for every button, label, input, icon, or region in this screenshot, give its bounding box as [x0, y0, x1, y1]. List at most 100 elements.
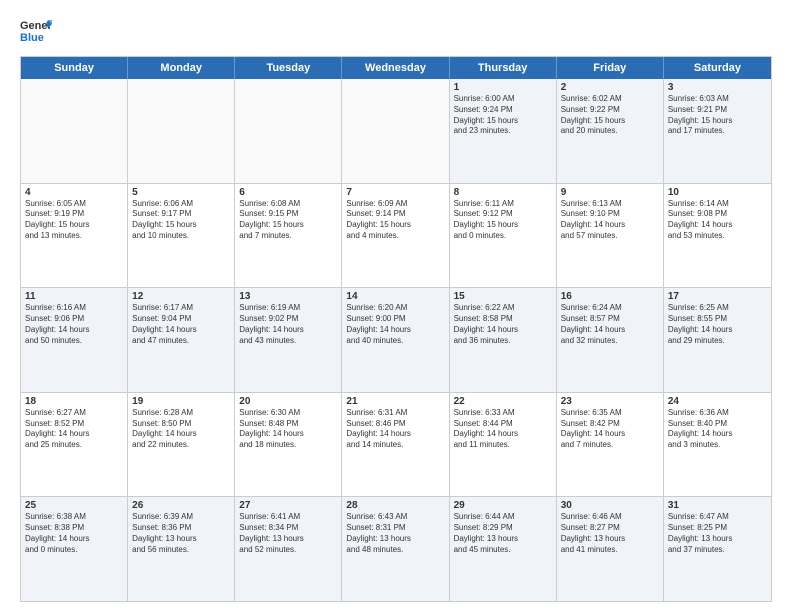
- page: General Blue SundayMondayTuesdayWednesda…: [0, 0, 792, 612]
- calendar-cell-3-5: 23Sunrise: 6:35 AMSunset: 8:42 PMDayligh…: [557, 393, 664, 497]
- calendar-cell-1-2: 6Sunrise: 6:08 AMSunset: 9:15 PMDaylight…: [235, 184, 342, 288]
- day-number-13: 13: [239, 291, 337, 302]
- day-number-6: 6: [239, 187, 337, 198]
- cell-info-17: Sunrise: 6:25 AMSunset: 8:55 PMDaylight:…: [668, 303, 767, 346]
- day-number-17: 17: [668, 291, 767, 302]
- calendar-cell-1-4: 8Sunrise: 6:11 AMSunset: 9:12 PMDaylight…: [450, 184, 557, 288]
- cell-info-19: Sunrise: 6:28 AMSunset: 8:50 PMDaylight:…: [132, 408, 230, 451]
- day-number-11: 11: [25, 291, 123, 302]
- cell-info-23: Sunrise: 6:35 AMSunset: 8:42 PMDaylight:…: [561, 408, 659, 451]
- day-number-30: 30: [561, 500, 659, 511]
- calendar-row-3: 18Sunrise: 6:27 AMSunset: 8:52 PMDayligh…: [21, 393, 771, 498]
- day-number-12: 12: [132, 291, 230, 302]
- calendar-cell-3-4: 22Sunrise: 6:33 AMSunset: 8:44 PMDayligh…: [450, 393, 557, 497]
- calendar-header: SundayMondayTuesdayWednesdayThursdayFrid…: [21, 57, 771, 79]
- calendar: SundayMondayTuesdayWednesdayThursdayFrid…: [20, 56, 772, 602]
- svg-text:Blue: Blue: [20, 32, 44, 44]
- cell-info-11: Sunrise: 6:16 AMSunset: 9:06 PMDaylight:…: [25, 303, 123, 346]
- cell-info-27: Sunrise: 6:41 AMSunset: 8:34 PMDaylight:…: [239, 512, 337, 555]
- calendar-cell-0-4: 1Sunrise: 6:00 AMSunset: 9:24 PMDaylight…: [450, 79, 557, 183]
- calendar-cell-2-5: 16Sunrise: 6:24 AMSunset: 8:57 PMDayligh…: [557, 288, 664, 392]
- calendar-cell-0-3: [342, 79, 449, 183]
- calendar-cell-1-0: 4Sunrise: 6:05 AMSunset: 9:19 PMDaylight…: [21, 184, 128, 288]
- calendar-cell-2-3: 14Sunrise: 6:20 AMSunset: 9:00 PMDayligh…: [342, 288, 449, 392]
- cell-info-14: Sunrise: 6:20 AMSunset: 9:00 PMDaylight:…: [346, 303, 444, 346]
- header-day-friday: Friday: [557, 57, 664, 79]
- calendar-cell-3-6: 24Sunrise: 6:36 AMSunset: 8:40 PMDayligh…: [664, 393, 771, 497]
- calendar-cell-2-2: 13Sunrise: 6:19 AMSunset: 9:02 PMDayligh…: [235, 288, 342, 392]
- day-number-5: 5: [132, 187, 230, 198]
- day-number-2: 2: [561, 82, 659, 93]
- cell-info-18: Sunrise: 6:27 AMSunset: 8:52 PMDaylight:…: [25, 408, 123, 451]
- cell-info-5: Sunrise: 6:06 AMSunset: 9:17 PMDaylight:…: [132, 199, 230, 242]
- cell-info-6: Sunrise: 6:08 AMSunset: 9:15 PMDaylight:…: [239, 199, 337, 242]
- day-number-19: 19: [132, 396, 230, 407]
- cell-info-22: Sunrise: 6:33 AMSunset: 8:44 PMDaylight:…: [454, 408, 552, 451]
- day-number-18: 18: [25, 396, 123, 407]
- cell-info-29: Sunrise: 6:44 AMSunset: 8:29 PMDaylight:…: [454, 512, 552, 555]
- cell-info-1: Sunrise: 6:00 AMSunset: 9:24 PMDaylight:…: [454, 94, 552, 137]
- cell-info-25: Sunrise: 6:38 AMSunset: 8:38 PMDaylight:…: [25, 512, 123, 555]
- cell-info-2: Sunrise: 6:02 AMSunset: 9:22 PMDaylight:…: [561, 94, 659, 137]
- cell-info-31: Sunrise: 6:47 AMSunset: 8:25 PMDaylight:…: [668, 512, 767, 555]
- header: General Blue: [20, 16, 772, 48]
- calendar-cell-4-3: 28Sunrise: 6:43 AMSunset: 8:31 PMDayligh…: [342, 497, 449, 601]
- day-number-28: 28: [346, 500, 444, 511]
- header-day-saturday: Saturday: [664, 57, 771, 79]
- calendar-cell-3-0: 18Sunrise: 6:27 AMSunset: 8:52 PMDayligh…: [21, 393, 128, 497]
- cell-info-15: Sunrise: 6:22 AMSunset: 8:58 PMDaylight:…: [454, 303, 552, 346]
- calendar-row-0: 1Sunrise: 6:00 AMSunset: 9:24 PMDaylight…: [21, 79, 771, 184]
- calendar-cell-1-3: 7Sunrise: 6:09 AMSunset: 9:14 PMDaylight…: [342, 184, 449, 288]
- day-number-14: 14: [346, 291, 444, 302]
- calendar-cell-2-0: 11Sunrise: 6:16 AMSunset: 9:06 PMDayligh…: [21, 288, 128, 392]
- day-number-1: 1: [454, 82, 552, 93]
- day-number-23: 23: [561, 396, 659, 407]
- calendar-cell-0-1: [128, 79, 235, 183]
- calendar-cell-4-4: 29Sunrise: 6:44 AMSunset: 8:29 PMDayligh…: [450, 497, 557, 601]
- day-number-15: 15: [454, 291, 552, 302]
- header-day-monday: Monday: [128, 57, 235, 79]
- header-day-tuesday: Tuesday: [235, 57, 342, 79]
- day-number-16: 16: [561, 291, 659, 302]
- calendar-row-1: 4Sunrise: 6:05 AMSunset: 9:19 PMDaylight…: [21, 184, 771, 289]
- header-day-thursday: Thursday: [450, 57, 557, 79]
- day-number-27: 27: [239, 500, 337, 511]
- calendar-cell-3-2: 20Sunrise: 6:30 AMSunset: 8:48 PMDayligh…: [235, 393, 342, 497]
- header-day-wednesday: Wednesday: [342, 57, 449, 79]
- calendar-cell-4-5: 30Sunrise: 6:46 AMSunset: 8:27 PMDayligh…: [557, 497, 664, 601]
- calendar-body: 1Sunrise: 6:00 AMSunset: 9:24 PMDaylight…: [21, 79, 771, 601]
- cell-info-30: Sunrise: 6:46 AMSunset: 8:27 PMDaylight:…: [561, 512, 659, 555]
- day-number-10: 10: [668, 187, 767, 198]
- calendar-cell-4-0: 25Sunrise: 6:38 AMSunset: 8:38 PMDayligh…: [21, 497, 128, 601]
- calendar-cell-3-3: 21Sunrise: 6:31 AMSunset: 8:46 PMDayligh…: [342, 393, 449, 497]
- day-number-21: 21: [346, 396, 444, 407]
- cell-info-3: Sunrise: 6:03 AMSunset: 9:21 PMDaylight:…: [668, 94, 767, 137]
- day-number-20: 20: [239, 396, 337, 407]
- logo-svg: General Blue: [20, 16, 52, 48]
- cell-info-16: Sunrise: 6:24 AMSunset: 8:57 PMDaylight:…: [561, 303, 659, 346]
- cell-info-9: Sunrise: 6:13 AMSunset: 9:10 PMDaylight:…: [561, 199, 659, 242]
- calendar-cell-4-1: 26Sunrise: 6:39 AMSunset: 8:36 PMDayligh…: [128, 497, 235, 601]
- day-number-26: 26: [132, 500, 230, 511]
- cell-info-4: Sunrise: 6:05 AMSunset: 9:19 PMDaylight:…: [25, 199, 123, 242]
- day-number-29: 29: [454, 500, 552, 511]
- logo: General Blue: [20, 16, 52, 48]
- day-number-22: 22: [454, 396, 552, 407]
- cell-info-28: Sunrise: 6:43 AMSunset: 8:31 PMDaylight:…: [346, 512, 444, 555]
- calendar-row-2: 11Sunrise: 6:16 AMSunset: 9:06 PMDayligh…: [21, 288, 771, 393]
- calendar-row-4: 25Sunrise: 6:38 AMSunset: 8:38 PMDayligh…: [21, 497, 771, 601]
- day-number-4: 4: [25, 187, 123, 198]
- cell-info-7: Sunrise: 6:09 AMSunset: 9:14 PMDaylight:…: [346, 199, 444, 242]
- cell-info-8: Sunrise: 6:11 AMSunset: 9:12 PMDaylight:…: [454, 199, 552, 242]
- calendar-cell-2-1: 12Sunrise: 6:17 AMSunset: 9:04 PMDayligh…: [128, 288, 235, 392]
- day-number-25: 25: [25, 500, 123, 511]
- calendar-cell-1-6: 10Sunrise: 6:14 AMSunset: 9:08 PMDayligh…: [664, 184, 771, 288]
- cell-info-20: Sunrise: 6:30 AMSunset: 8:48 PMDaylight:…: [239, 408, 337, 451]
- calendar-cell-1-5: 9Sunrise: 6:13 AMSunset: 9:10 PMDaylight…: [557, 184, 664, 288]
- calendar-cell-4-2: 27Sunrise: 6:41 AMSunset: 8:34 PMDayligh…: [235, 497, 342, 601]
- calendar-cell-0-6: 3Sunrise: 6:03 AMSunset: 9:21 PMDaylight…: [664, 79, 771, 183]
- calendar-cell-2-4: 15Sunrise: 6:22 AMSunset: 8:58 PMDayligh…: [450, 288, 557, 392]
- day-number-24: 24: [668, 396, 767, 407]
- calendar-cell-4-6: 31Sunrise: 6:47 AMSunset: 8:25 PMDayligh…: [664, 497, 771, 601]
- cell-info-21: Sunrise: 6:31 AMSunset: 8:46 PMDaylight:…: [346, 408, 444, 451]
